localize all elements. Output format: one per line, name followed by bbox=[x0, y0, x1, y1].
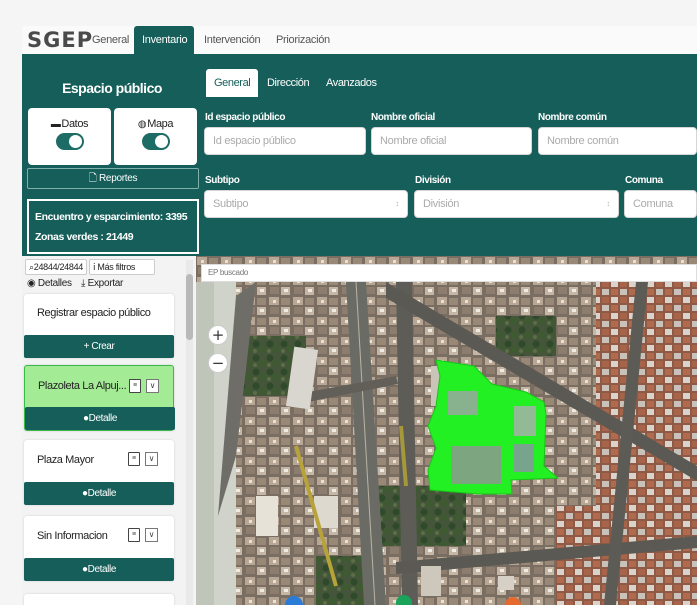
table-icon: ▬ bbox=[50, 119, 61, 130]
export-label: Exportar bbox=[87, 278, 124, 289]
comuna-placeholder: Comuna bbox=[633, 198, 673, 210]
map-view[interactable] bbox=[196, 256, 697, 605]
tab-intervencion[interactable]: Intervención bbox=[196, 26, 268, 54]
details-label: Detalles bbox=[37, 278, 72, 289]
summary-box: Encuentro y esparcimiento: 3395 Zonas ve… bbox=[27, 199, 199, 254]
mapa-label: Mapa bbox=[147, 118, 174, 130]
chevron-down-icon[interactable]: ∨ bbox=[146, 379, 159, 393]
create-button[interactable]: + Crear bbox=[24, 335, 174, 358]
list-item[interactable]: Sin Informacion ≡ ∨ ●Detalle bbox=[24, 516, 174, 581]
mapa-switch[interactable] bbox=[142, 133, 170, 150]
info-icon: ⅰ bbox=[93, 262, 96, 272]
subtipo-label: Subtipo bbox=[205, 175, 240, 186]
datos-switch[interactable] bbox=[56, 133, 84, 150]
datos-label: Datos bbox=[61, 118, 89, 130]
list-item[interactable] bbox=[24, 594, 174, 605]
subtipo-placeholder: Subtipo bbox=[213, 198, 249, 210]
app-window: SGEP General Inventario Intervención Pri… bbox=[0, 0, 697, 605]
panel-title: Espacio público bbox=[62, 80, 162, 96]
zoom-out-button[interactable]: − bbox=[208, 353, 228, 373]
sort-caret-icon: ↕ bbox=[395, 199, 399, 208]
detail-label: Detalle bbox=[88, 413, 118, 424]
datos-toggle-card[interactable]: ▬Datos bbox=[28, 108, 111, 165]
subtipo-select[interactable]: Subtipo ↕ bbox=[204, 190, 408, 218]
more-filters-label: Más filtros bbox=[97, 262, 136, 272]
document-icon: 🗋 bbox=[88, 173, 97, 184]
division-placeholder: División bbox=[423, 198, 460, 210]
details-button[interactable]: ◉ Detalles bbox=[27, 278, 72, 289]
sort-caret-icon: ↕ bbox=[606, 199, 610, 208]
detail-button[interactable]: ●Detalle bbox=[24, 558, 174, 581]
comuna-select[interactable]: Comuna bbox=[624, 190, 697, 218]
tab-general[interactable]: General bbox=[84, 26, 137, 54]
tab-priorizacion[interactable]: Priorización bbox=[268, 26, 338, 54]
filter-panel: Espacio público ▬Datos ◍Mapa 🗋 Reportes … bbox=[22, 54, 697, 256]
detail-button[interactable]: ●Detalle bbox=[25, 407, 175, 430]
count-value: 24844/24844 bbox=[33, 262, 84, 272]
eye-icon: ◉ bbox=[27, 278, 36, 289]
detail-button[interactable]: ●Detalle bbox=[24, 482, 174, 505]
register-label: Registrar espacio público bbox=[37, 307, 151, 319]
ep-search-input[interactable]: EP buscado bbox=[201, 264, 697, 282]
mapa-toggle-card[interactable]: ◍Mapa bbox=[114, 108, 197, 165]
results-list: ⌕24844/24844 ⅰ Más filtros ◉ Detalles ⤓ … bbox=[22, 256, 195, 605]
division-label: División bbox=[415, 175, 451, 186]
list-item[interactable]: Plazoleta La Alpuj... ≡ ∨ ●Detalle bbox=[24, 365, 175, 431]
division-select[interactable]: División ↕ bbox=[414, 190, 619, 218]
list-item-name: Sin Informacion bbox=[37, 530, 108, 542]
more-filters-button[interactable]: ⅰ Más filtros bbox=[89, 259, 155, 275]
count-badge: ⌕24844/24844 bbox=[25, 259, 88, 275]
reportes-label: Reportes bbox=[99, 173, 138, 184]
id-espacio-input[interactable] bbox=[204, 127, 366, 155]
list-item-name: Plazoleta La Alpuj... bbox=[38, 380, 127, 392]
zoom-in-button[interactable]: + bbox=[208, 325, 228, 345]
reportes-button[interactable]: 🗋 Reportes bbox=[27, 168, 199, 189]
id-label: Id espacio público bbox=[205, 112, 286, 123]
nombre-oficial-input[interactable] bbox=[371, 127, 532, 155]
subtab-general[interactable]: General bbox=[206, 69, 259, 97]
tab-inventario[interactable]: Inventario bbox=[134, 26, 194, 54]
subtab-direccion[interactable]: Dirección bbox=[259, 69, 317, 97]
summary-zonas-verdes: Zonas verdes : 21449 bbox=[35, 231, 134, 243]
document-icon[interactable]: ≡ bbox=[129, 379, 141, 393]
document-icon[interactable]: ≡ bbox=[128, 452, 140, 466]
subtab-avanzados[interactable]: Avanzados bbox=[318, 69, 385, 97]
list-item[interactable]: Plaza Mayor ≡ ∨ ●Detalle bbox=[24, 440, 174, 505]
export-button[interactable]: ⤓ Exportar bbox=[81, 278, 123, 289]
detail-label: Detalle bbox=[87, 564, 117, 575]
document-icon[interactable]: ≡ bbox=[128, 528, 140, 542]
detail-label: Detalle bbox=[87, 488, 117, 499]
chevron-down-icon[interactable]: ∨ bbox=[145, 528, 158, 542]
top-navbar: SGEP General Inventario Intervención Pri… bbox=[22, 26, 697, 54]
oficial-label: Nombre oficial bbox=[371, 112, 435, 123]
satellite-map[interactable] bbox=[196, 256, 697, 605]
list-item-name: Plaza Mayor bbox=[37, 454, 94, 466]
globe-icon: ◍ bbox=[137, 119, 147, 130]
register-card: Registrar espacio público + Crear bbox=[24, 294, 174, 358]
comuna-label: Comuna bbox=[625, 175, 663, 186]
download-icon: ⤓ bbox=[81, 278, 86, 289]
list-scrollbar-thumb[interactable] bbox=[186, 274, 193, 340]
comun-label: Nombre común bbox=[538, 112, 607, 123]
summary-encuentro: Encuentro y esparcimiento: 3395 bbox=[35, 211, 188, 223]
nombre-comun-input[interactable] bbox=[538, 127, 697, 155]
chevron-down-icon[interactable]: ∨ bbox=[145, 452, 158, 466]
